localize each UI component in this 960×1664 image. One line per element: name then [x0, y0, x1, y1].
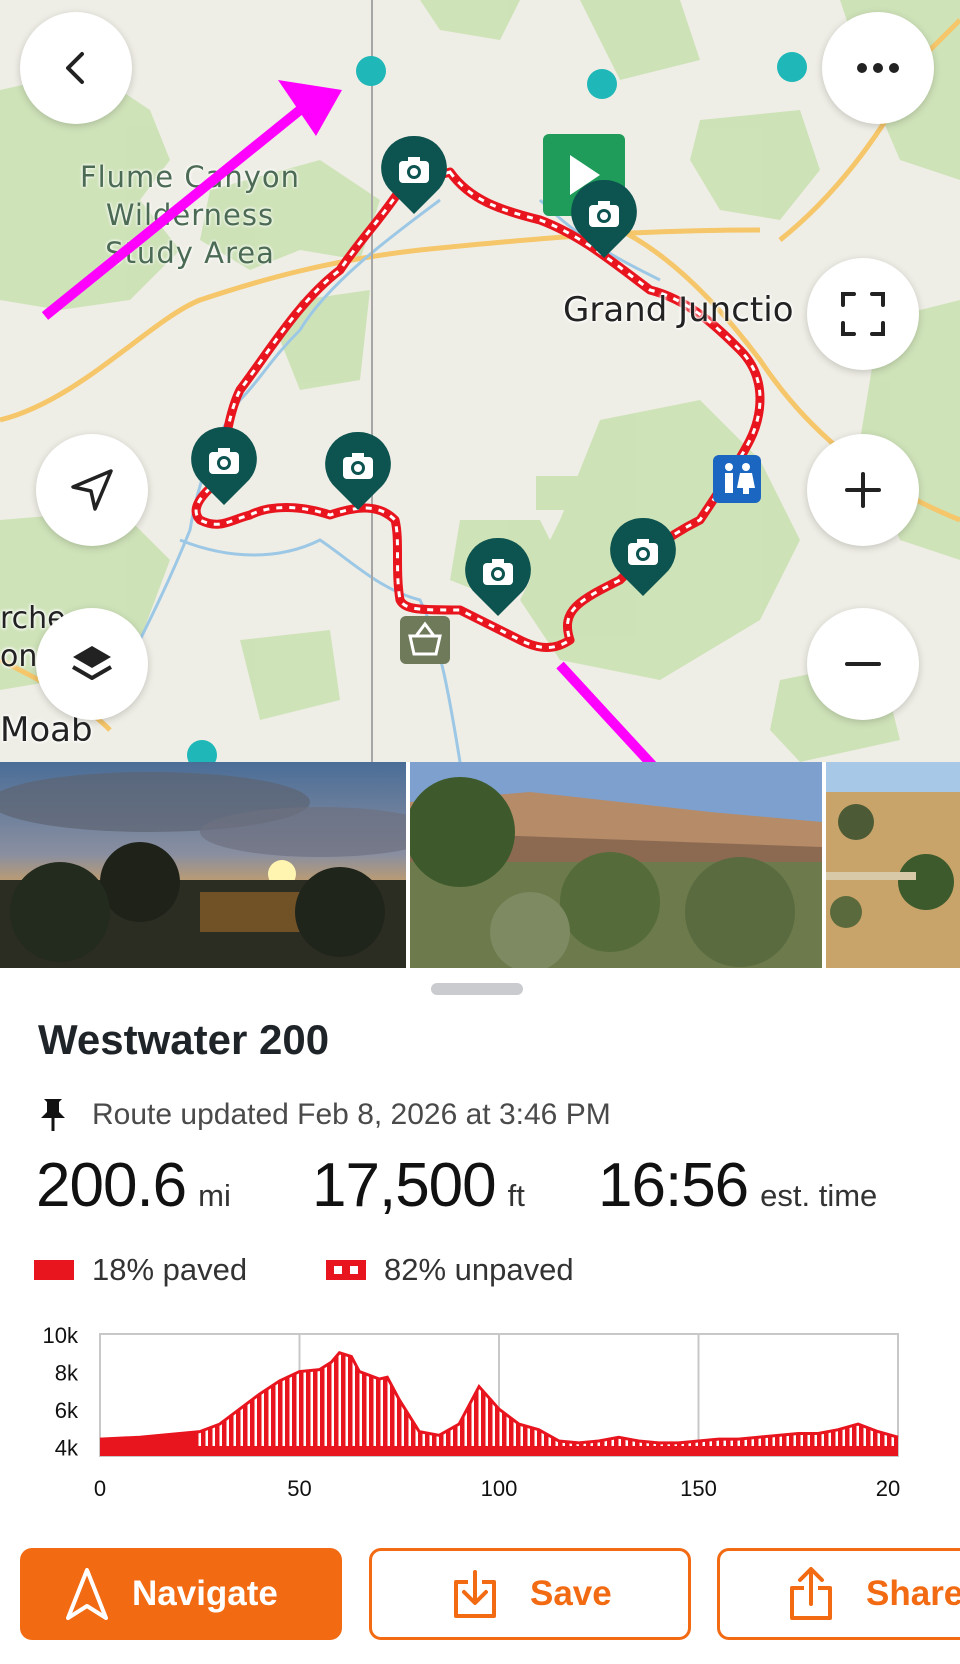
navigate-arrow-icon: [66, 1568, 108, 1620]
share-icon: [790, 1567, 832, 1620]
stat-value: 17,500: [312, 1151, 497, 1220]
back-icon: [66, 52, 84, 84]
y-tick-label: 4k: [55, 1436, 79, 1461]
photo-strip[interactable]: [0, 762, 960, 968]
pin-icon: [41, 1099, 65, 1131]
x-tick-label: 100: [481, 1476, 518, 1501]
paved-swatch-icon: [34, 1260, 74, 1280]
x-tick-label: 50: [287, 1476, 311, 1501]
layers-button[interactable]: [36, 608, 148, 720]
camera-pin-icon: [381, 135, 447, 214]
restroom-icon: [713, 455, 761, 503]
route-photo-desert[interactable]: [826, 762, 960, 968]
y-tick-label: 8k: [55, 1361, 79, 1386]
route-updated-text: Route updated Feb 8, 2026 at 3:46 PM: [92, 1098, 611, 1131]
legend-paved-label: 18% paved: [92, 1252, 248, 1287]
canyon-photo-image: [410, 762, 822, 968]
zoom-in-button[interactable]: [807, 434, 919, 546]
camera-pin-icon: [191, 426, 257, 505]
stat-unit: est. time: [760, 1178, 878, 1213]
sheet-drag-handle[interactable]: [431, 983, 523, 995]
share-button-label: Share: [866, 1574, 960, 1613]
unpaved-swatch-icon: [326, 1260, 366, 1280]
legend-unpaved-label: 82% unpaved: [384, 1252, 574, 1287]
stat-value: 200.6: [36, 1151, 187, 1220]
camera-pin-icon: [571, 179, 637, 258]
unpaved-stripes: [198, 1352, 894, 1446]
legend-unpaved: 82% unpaved: [326, 1252, 574, 1288]
x-tick-label: 20: [876, 1476, 900, 1501]
sunset-photo-image: [0, 762, 406, 968]
route-title: Westwater 200: [38, 1016, 330, 1063]
stat-distance: 200.6 mi: [36, 1150, 231, 1230]
x-tick-label: 0: [94, 1476, 106, 1501]
more-icon: [857, 63, 899, 73]
fullscreen-icon: [841, 292, 885, 336]
minus-icon: [845, 662, 881, 666]
camera-pin-icon: [465, 537, 531, 616]
stat-unit: mi: [198, 1178, 231, 1213]
navigation-arrow-icon: [71, 469, 113, 511]
elevation-chart[interactable]: 10k 8k 6k 4k 0 50 100 150 20: [0, 1320, 960, 1510]
navigate-button[interactable]: Navigate: [20, 1548, 342, 1640]
route-updated-row: Route updated Feb 8, 2026 at 3:46 PM: [38, 1095, 611, 1135]
camera-pin-icon: [325, 431, 391, 510]
x-tick-label: 150: [680, 1476, 717, 1501]
stat-unit: ft: [507, 1178, 525, 1213]
more-button[interactable]: [822, 12, 934, 124]
y-tick-label: 6k: [55, 1398, 79, 1423]
navigate-button-label: Navigate: [132, 1574, 278, 1613]
layers-icon: [71, 646, 113, 680]
back-button[interactable]: [20, 12, 132, 124]
desert-photo-image: [826, 762, 960, 968]
locate-button[interactable]: [36, 434, 148, 546]
download-icon: [454, 1570, 496, 1618]
route-map[interactable]: Flume Canyon Wilderness Study Area Grand…: [0, 0, 960, 762]
stat-est-time: 16:56 est. time: [598, 1150, 877, 1230]
fullscreen-button[interactable]: [807, 258, 919, 370]
y-tick-label: 10k: [43, 1323, 79, 1348]
stat-elevation-gain: 17,500 ft: [312, 1150, 525, 1230]
share-button[interactable]: Share: [717, 1548, 960, 1640]
stat-value: 16:56: [598, 1151, 749, 1220]
legend-paved: 18% paved: [34, 1252, 247, 1288]
plus-icon: [845, 472, 881, 508]
route-photo-sunset[interactable]: [0, 762, 406, 968]
save-button[interactable]: Save: [369, 1548, 691, 1640]
camera-pin-icon: [610, 517, 676, 596]
save-button-label: Save: [530, 1574, 612, 1613]
zoom-out-button[interactable]: [807, 608, 919, 720]
route-photo-canyon[interactable]: [410, 762, 822, 968]
